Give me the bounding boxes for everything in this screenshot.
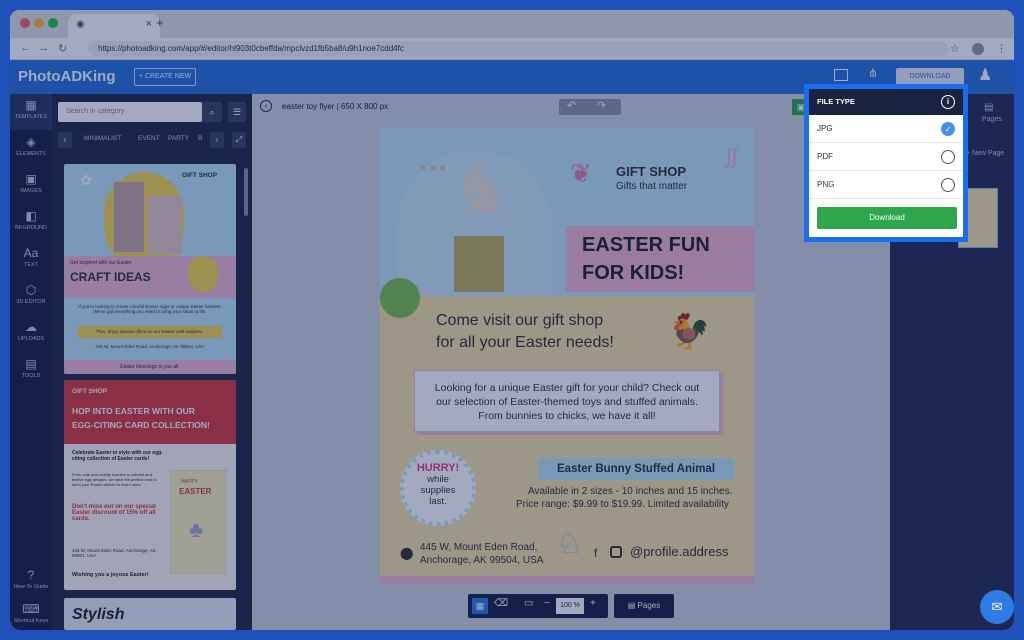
file-type-png[interactable]: PNG bbox=[809, 171, 963, 199]
option-label: PDF bbox=[817, 152, 833, 161]
radio-checked-icon[interactable]: ✓ bbox=[941, 122, 955, 136]
file-type-pdf[interactable]: PDF bbox=[809, 143, 963, 171]
popup-title: FILE TYPE bbox=[817, 97, 855, 106]
option-label: PNG bbox=[817, 180, 835, 189]
option-label: JPG bbox=[817, 124, 833, 133]
popup-download-button[interactable]: Download bbox=[817, 207, 957, 229]
browser-window: ◉ × + ← → ↻ https://photoadking.com/app/… bbox=[10, 10, 1014, 630]
popup-header: FILE TYPE i bbox=[809, 89, 963, 115]
radio-unchecked-icon[interactable] bbox=[941, 178, 955, 192]
file-type-jpg[interactable]: JPG ✓ bbox=[809, 115, 963, 143]
file-type-popup: FILE TYPE i JPG ✓ PDF PNG Download bbox=[804, 84, 968, 242]
chat-support-icon[interactable]: ✉ bbox=[980, 590, 1014, 624]
radio-unchecked-icon[interactable] bbox=[941, 150, 955, 164]
info-icon[interactable]: i bbox=[941, 95, 955, 109]
